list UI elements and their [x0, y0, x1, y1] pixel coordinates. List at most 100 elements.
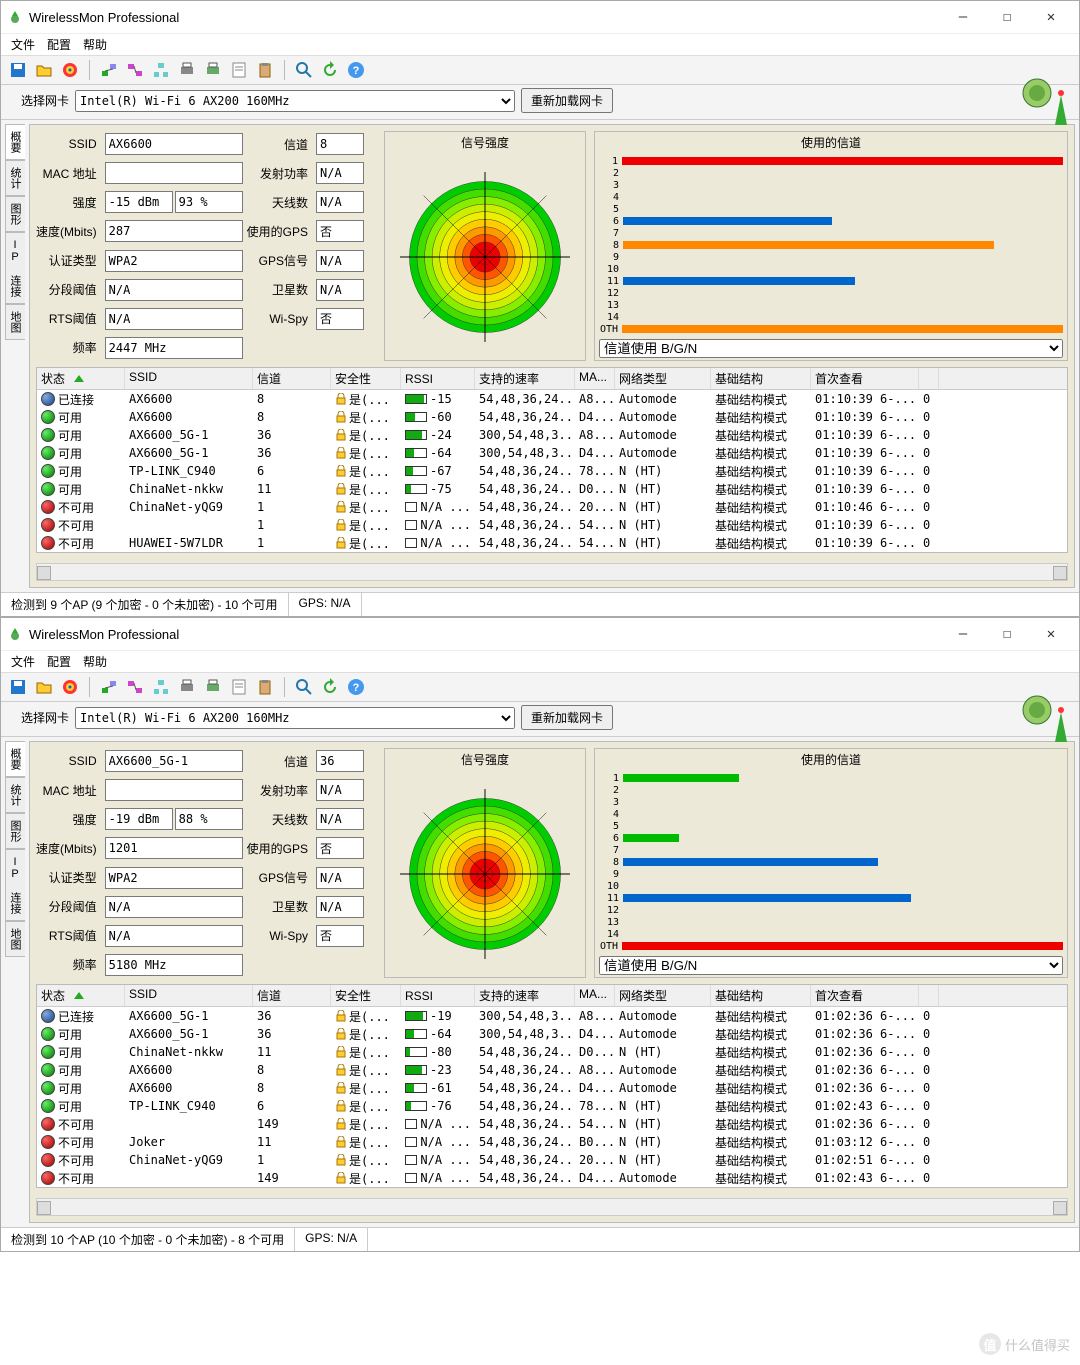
log-icon[interactable]	[228, 676, 250, 698]
net3-icon[interactable]	[150, 59, 172, 81]
table-row[interactable]: 可用TP-LINK_C9406是(...-7654,48,36,24...78.…	[37, 1097, 1067, 1115]
net1-icon[interactable]	[98, 59, 120, 81]
net2-icon[interactable]	[124, 59, 146, 81]
zoom-icon[interactable]	[293, 676, 315, 698]
vtab-4[interactable]: 地图	[5, 921, 25, 957]
col-header[interactable]: 状态	[37, 985, 125, 1006]
col-header[interactable]: 支持的速率	[475, 368, 575, 389]
col-header[interactable]: 安全性	[331, 368, 401, 389]
table-row[interactable]: 不可用149是(...N/A ...54,48,36,24...54...N (…	[37, 1115, 1067, 1133]
nic-select[interactable]: Intel(R) Wi-Fi 6 AX200 160MHz	[75, 707, 515, 729]
vtab-2[interactable]: 图形	[5, 813, 25, 849]
col-header[interactable]: SSID	[125, 368, 253, 389]
table-row[interactable]: 可用AX6600_5G-136是(...-64300,54,48,3...D4.…	[37, 1025, 1067, 1043]
col-header[interactable]: 首次查看	[811, 985, 919, 1006]
refresh-icon[interactable]	[319, 59, 341, 81]
col-header[interactable]: RSSI	[401, 368, 475, 389]
minimize-button[interactable]: —	[941, 5, 985, 29]
table-row[interactable]: 可用AX66008是(...-2354,48,36,24...A8...Auto…	[37, 1061, 1067, 1079]
col-header[interactable]: 首次查看	[811, 368, 919, 389]
help-icon[interactable]: ?	[345, 59, 367, 81]
maximize-button[interactable]: ☐	[985, 5, 1029, 29]
target-icon[interactable]	[59, 676, 81, 698]
nic-select[interactable]: Intel(R) Wi-Fi 6 AX200 160MHz	[75, 90, 515, 112]
table-row[interactable]: 已连接AX66008是(...-1554,48,36,24...A8...Aut…	[37, 390, 1067, 408]
open-icon[interactable]	[33, 676, 55, 698]
cell-mac: 54...	[575, 534, 615, 552]
col-header[interactable]: 基础结构	[711, 985, 811, 1006]
table-row[interactable]: 可用AX6600_5G-136是(...-24300,54,48,3...A8.…	[37, 426, 1067, 444]
state-icon	[41, 1063, 55, 1077]
col-header[interactable]: 网络类型	[615, 985, 711, 1006]
vtab-0[interactable]: 概要	[5, 741, 25, 777]
col-header[interactable]	[919, 368, 939, 389]
zoom-icon[interactable]	[293, 59, 315, 81]
table-row[interactable]: 可用AX66008是(...-6054,48,36,24...D4...Auto…	[37, 408, 1067, 426]
maximize-button[interactable]: ☐	[985, 622, 1029, 646]
vtab-1[interactable]: 统计	[5, 160, 25, 196]
table-row[interactable]: 已连接AX6600_5G-136是(...-19300,54,48,3...A8…	[37, 1007, 1067, 1025]
table-row[interactable]: 不可用1是(...N/A ...54,48,36,24...54...N (HT…	[37, 516, 1067, 534]
table-row[interactable]: 不可用ChinaNet-yQG91是(...N/A ...54,48,36,24…	[37, 498, 1067, 516]
target-icon[interactable]	[59, 59, 81, 81]
table-row[interactable]: 可用AX6600_5G-136是(...-64300,54,48,3...D4.…	[37, 444, 1067, 462]
col-header[interactable]: 网络类型	[615, 368, 711, 389]
col-header[interactable]: 安全性	[331, 985, 401, 1006]
col-header[interactable]: MA...	[575, 368, 615, 389]
table-row[interactable]: 可用AX66008是(...-6154,48,36,24...D4...Auto…	[37, 1079, 1067, 1097]
net3-icon[interactable]	[150, 676, 172, 698]
col-header[interactable]: 支持的速率	[475, 985, 575, 1006]
table-row[interactable]: 可用TP-LINK_C9406是(...-6754,48,36,24...78.…	[37, 462, 1067, 480]
hscrollbar[interactable]	[36, 563, 1068, 581]
clip-icon[interactable]	[254, 59, 276, 81]
table-row[interactable]: 不可用ChinaNet-yQG91是(...N/A ...54,48,36,24…	[37, 1151, 1067, 1169]
table-row[interactable]: 不可用149是(...N/A ...54,48,36,24...D4...Aut…	[37, 1169, 1067, 1187]
vtab-4[interactable]: 地图	[5, 304, 25, 340]
vtab-3[interactable]: IP 连接	[5, 232, 25, 304]
channel-number: 3	[599, 797, 619, 808]
menu-item[interactable]: 帮助	[83, 36, 107, 53]
open-icon[interactable]	[33, 59, 55, 81]
col-header[interactable]	[919, 985, 939, 1006]
minimize-button[interactable]: —	[941, 622, 985, 646]
table-row[interactable]: 可用ChinaNet-nkkw11是(...-7554,48,36,24...D…	[37, 480, 1067, 498]
table-row[interactable]: 不可用Joker11是(...N/A ...54,48,36,24...B0..…	[37, 1133, 1067, 1151]
menu-item[interactable]: 配置	[47, 653, 71, 670]
hscrollbar[interactable]	[36, 1198, 1068, 1216]
vtab-3[interactable]: IP 连接	[5, 849, 25, 921]
clip-icon[interactable]	[254, 676, 276, 698]
menu-item[interactable]: 帮助	[83, 653, 107, 670]
vtab-0[interactable]: 概要	[5, 124, 25, 160]
table-row[interactable]: 可用ChinaNet-nkkw11是(...-8054,48,36,24...D…	[37, 1043, 1067, 1061]
menu-item[interactable]: 文件	[11, 36, 35, 53]
vtab-1[interactable]: 统计	[5, 777, 25, 813]
col-header[interactable]: 状态	[37, 368, 125, 389]
col-header[interactable]: RSSI	[401, 985, 475, 1006]
reload-nic-button[interactable]: 重新加载网卡	[521, 88, 613, 113]
vtab-2[interactable]: 图形	[5, 196, 25, 232]
printg-icon[interactable]	[202, 676, 224, 698]
print-icon[interactable]	[176, 59, 198, 81]
net1-icon[interactable]	[98, 676, 120, 698]
channel-filter-select[interactable]: 信道使用 B/G/N	[599, 339, 1063, 358]
help-icon[interactable]: ?	[345, 676, 367, 698]
reload-nic-button[interactable]: 重新加载网卡	[521, 705, 613, 730]
save-icon[interactable]	[7, 676, 29, 698]
log-icon[interactable]	[228, 59, 250, 81]
col-header[interactable]: 基础结构	[711, 368, 811, 389]
close-button[interactable]: ✕	[1029, 622, 1073, 646]
col-header[interactable]: SSID	[125, 985, 253, 1006]
printg-icon[interactable]	[202, 59, 224, 81]
col-header[interactable]: 信道	[253, 368, 331, 389]
col-header[interactable]: 信道	[253, 985, 331, 1006]
net2-icon[interactable]	[124, 676, 146, 698]
channel-filter-select[interactable]: 信道使用 B/G/N	[599, 956, 1063, 975]
col-header[interactable]: MA...	[575, 985, 615, 1006]
save-icon[interactable]	[7, 59, 29, 81]
refresh-icon[interactable]	[319, 676, 341, 698]
menu-item[interactable]: 文件	[11, 653, 35, 670]
close-button[interactable]: ✕	[1029, 5, 1073, 29]
print-icon[interactable]	[176, 676, 198, 698]
menu-item[interactable]: 配置	[47, 36, 71, 53]
table-row[interactable]: 不可用HUAWEI-5W7LDR1是(...N/A ...54,48,36,24…	[37, 534, 1067, 552]
